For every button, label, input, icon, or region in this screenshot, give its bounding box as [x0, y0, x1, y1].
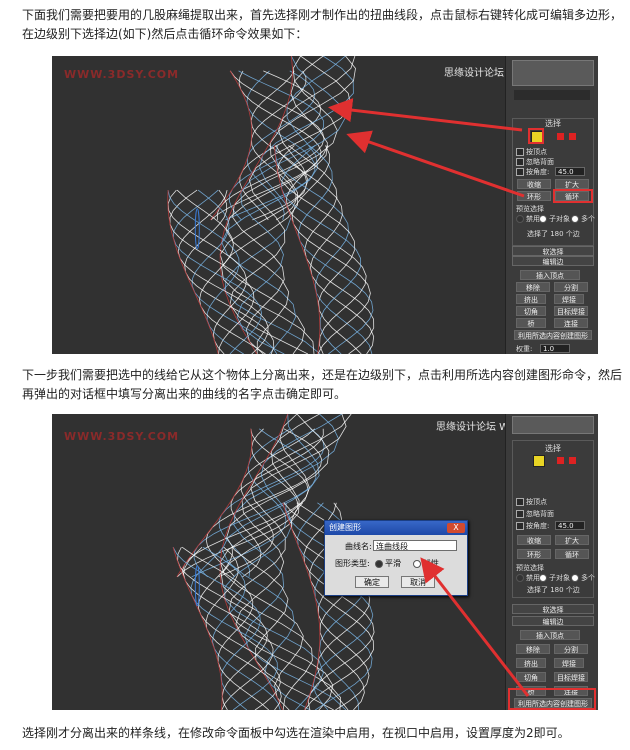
render-paragraph: 选择刚才分离出来的样条线，在修改命令面板中勾选在渲染中启用，在视口中启用，设置厚… — [22, 726, 570, 740]
intro-paragraph: 下面我们需要把要用的几股麻绳提取出来，首先选择刚才制作出的扭曲线段，点击鼠标右键… — [22, 8, 623, 41]
callout-arrows — [328, 98, 525, 198]
arrow-to-dialog — [420, 557, 530, 697]
detach-paragraph: 下一步我们需要把选中的线给它从这个物体上分离出来，还是在边级别下，点击利用所选内… — [22, 368, 623, 401]
arrow-to-loop — [346, 130, 525, 198]
viewport-screenshot-1: WWW.3DSY.COM 思缘设计论坛 WWW.MISSYUAN.COM 选择 … — [52, 56, 598, 354]
arrow-to-edge-level — [328, 98, 523, 132]
viewport-screenshot-2: WWW.3DSY.COM 思缘设计论坛 WWW.MISSYUAN.COM 创建图… — [52, 414, 598, 710]
callout-arrows — [420, 557, 530, 697]
